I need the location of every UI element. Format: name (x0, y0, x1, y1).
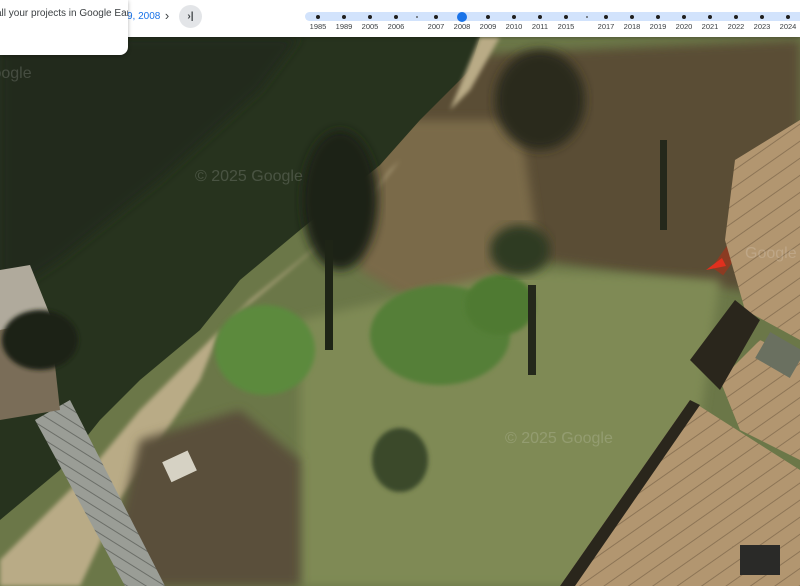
next-date-button[interactable]: › (159, 8, 175, 24)
timeline-dot (538, 14, 542, 19)
timeline-dot (760, 14, 764, 19)
map-watermark: Google (745, 245, 797, 262)
timeline-dot (416, 15, 418, 18)
timeline-dot (586, 15, 588, 18)
timeline-year-label: 2006 (387, 22, 405, 31)
timeline-dot (564, 14, 568, 19)
timeline-year-label: 2024 (779, 22, 797, 31)
timeline-year-label: 2015 (557, 22, 575, 31)
timeline-dot (342, 14, 346, 19)
latest-date-button[interactable]: ›| (179, 5, 202, 28)
timeline-dot (486, 14, 490, 19)
timeline-dot (656, 14, 660, 19)
timeline-dot (708, 14, 712, 19)
timeline-dot (368, 14, 372, 19)
map-watermark: © 2025 Google (505, 430, 613, 447)
info-card-text: all your projects in Google Earth. (0, 8, 128, 19)
timeline-dot (734, 14, 738, 19)
timeline-dot (630, 14, 634, 19)
timeline-selected-marker (457, 11, 467, 22)
map-watermark: © 2025 Google (195, 168, 303, 185)
current-imagery-date[interactable]: 9, 2008 (127, 11, 160, 22)
chevron-right-icon: › (164, 8, 170, 23)
timeline-dot (604, 14, 608, 19)
map-watermark: Google (0, 65, 32, 82)
timeline-track[interactable]: 1985 1989 2005 2006 2007 2008 2009 2010 2011 2015… (305, 11, 800, 31)
timeline-dot (434, 14, 438, 19)
timeline-dot (786, 14, 790, 19)
satellite-imagery[interactable] (0, 0, 800, 586)
timeline-dot (682, 14, 686, 19)
timeline-dot (316, 14, 320, 19)
timeline-dot (394, 14, 398, 19)
skip-to-end-icon: ›| (187, 11, 194, 22)
timeline-dot (512, 14, 516, 19)
info-card: all your projects in Google Earth. (0, 0, 128, 55)
